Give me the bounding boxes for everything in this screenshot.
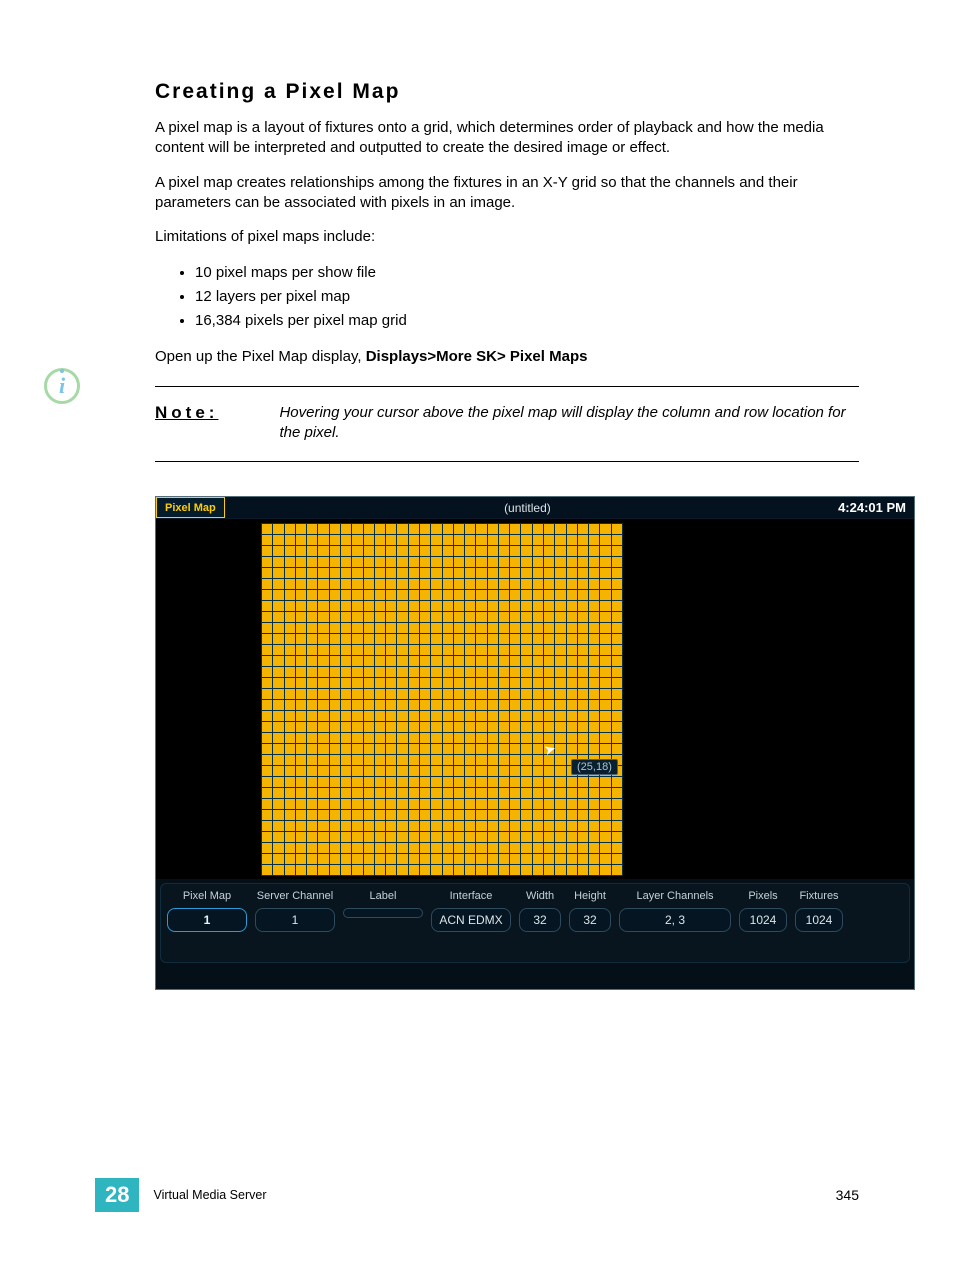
chapter-number-badge: 28 [95,1178,139,1212]
pixel-map-canvas[interactable]: ➤ (25,18) [156,519,914,879]
param-label-layer-channels: Layer Channels [636,890,713,902]
open-instruction-text: Open up the Pixel Map display, [155,348,366,365]
pixel-map-screenshot: Pixel Map (untitled) 4:24:01 PM ➤ (25,18… [155,496,915,990]
coordinate-tooltip: (25,18) [571,759,618,775]
pixels-readout: 1024 [739,908,787,932]
page-footer: 28 Virtual Media Server 345 [0,1178,954,1212]
width-field[interactable]: 32 [519,908,561,932]
limitations-list: 10 pixel maps per show file 12 layers pe… [195,261,859,333]
list-item: 10 pixel maps per show file [195,261,859,285]
layer-channels-field[interactable]: 2, 3 [619,908,731,932]
parameter-bar: Pixel Map 1 Server Channel 1 Label Inter… [160,883,910,963]
menu-path: Displays>More SK> Pixel Maps [366,348,588,365]
list-item: 16,384 pixels per pixel map grid [195,309,859,333]
info-icon: i [44,368,80,404]
screenshot-header: Pixel Map (untitled) 4:24:01 PM [156,497,914,519]
footer-title: Virtual Media Server [153,1188,266,1202]
note-text: Hovering your cursor above the pixel map… [279,403,853,444]
interface-field[interactable]: ACN EDMX [431,908,511,932]
section-heading: Creating a Pixel Map [155,80,859,104]
body-paragraph: A pixel map creates relationships among … [155,173,859,214]
body-paragraph: Limitations of pixel maps include: [155,227,859,247]
fixtures-readout: 1024 [795,908,843,932]
param-label-pixels: Pixels [748,890,777,902]
param-label-server-channel: Server Channel [257,890,333,902]
list-item: 12 layers per pixel map [195,285,859,309]
note-label: Note: [155,403,265,423]
server-channel-field[interactable]: 1 [255,908,335,932]
param-label-width: Width [526,890,554,902]
param-label-label: Label [370,890,397,902]
body-paragraph: A pixel map is a layout of fixtures onto… [155,118,859,159]
pixel-grid[interactable] [261,523,623,876]
pixel-map-tab[interactable]: Pixel Map [156,497,225,518]
pixel-map-field[interactable]: 1 [167,908,247,932]
param-label-interface: Interface [450,890,493,902]
open-instruction: Open up the Pixel Map display, Displays>… [155,347,859,367]
document-title: (untitled) [225,497,830,518]
param-label-height: Height [574,890,606,902]
note-block: Note: Hovering your cursor above the pix… [155,386,859,463]
page-number: 345 [836,1187,859,1203]
param-label-pixel-map: Pixel Map [183,890,231,902]
height-field[interactable]: 32 [569,908,611,932]
label-field[interactable] [343,908,423,918]
param-label-fixtures: Fixtures [799,890,838,902]
clock: 4:24:01 PM [830,497,914,518]
